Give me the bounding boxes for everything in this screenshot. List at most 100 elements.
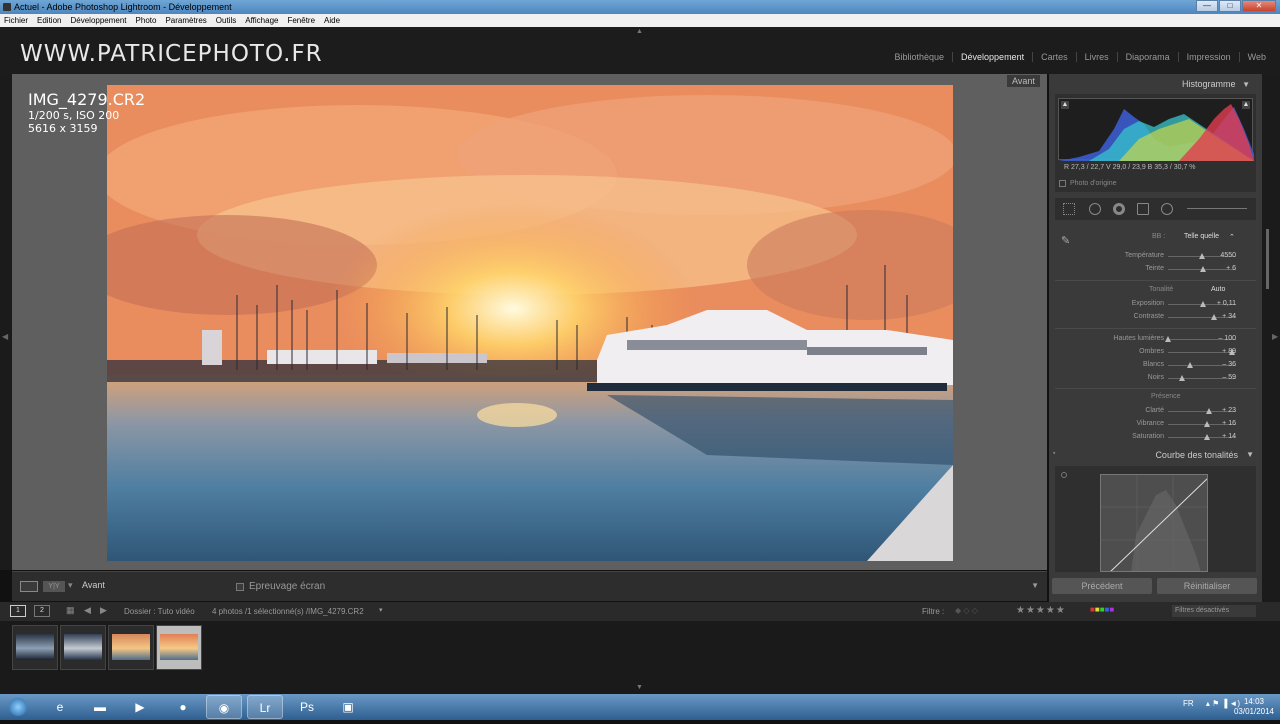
module-bibliotheque[interactable]: Bibliothèque: [886, 52, 952, 62]
menu-developpement[interactable]: Développement: [70, 14, 126, 27]
menu-outils[interactable]: Outils: [216, 14, 236, 27]
selection-info[interactable]: 4 photos /1 sélectionné(s) /IMG_4279.CR2: [212, 607, 364, 616]
back-arrow-icon[interactable]: ◀: [84, 605, 91, 616]
radial-filter-tool-icon[interactable]: [1161, 203, 1173, 215]
menu-fichier[interactable]: Fichier: [4, 14, 28, 27]
menu-parametres[interactable]: Paramètres: [165, 14, 206, 27]
maximize-button[interactable]: □: [1219, 0, 1241, 12]
slider-whites[interactable]: Blancs – 36: [1051, 360, 1260, 372]
module-diaporama[interactable]: Diaporama: [1116, 52, 1178, 62]
slider-knob[interactable]: [1199, 253, 1205, 259]
menu-aide[interactable]: Aide: [324, 14, 340, 27]
slider-value[interactable]: – 36: [1222, 361, 1236, 368]
crop-tool-icon[interactable]: [1063, 203, 1075, 215]
slider-blacks[interactable]: Noirs – 59: [1051, 373, 1260, 385]
slider-value[interactable]: – 100: [1218, 335, 1236, 342]
forward-arrow-icon[interactable]: ▶: [100, 605, 107, 616]
photoshop-icon[interactable]: Ps: [289, 695, 325, 719]
loupe-view-button[interactable]: [20, 581, 38, 592]
secondary-window-1-button[interactable]: 1: [10, 605, 26, 617]
before-after-button[interactable]: Y|Y: [43, 581, 65, 592]
filmstrip-thumbnail[interactable]: [108, 625, 154, 670]
slider-temperature[interactable]: Température 4550: [1051, 251, 1260, 263]
expand-left-panel-icon[interactable]: ◀: [2, 332, 8, 341]
module-web[interactable]: Web: [1238, 52, 1274, 62]
target-adjustment-icon[interactable]: [1061, 472, 1067, 478]
slider-value[interactable]: + 0,11: [1217, 300, 1236, 307]
collapse-top-panel-icon[interactable]: ▲: [636, 28, 643, 35]
previous-button[interactable]: Précédent: [1052, 578, 1152, 594]
left-panel-collapsed[interactable]: ◀: [0, 74, 12, 570]
slider-knob[interactable]: [1178, 375, 1185, 381]
soft-proof-label[interactable]: Epreuvage écran: [249, 581, 325, 592]
module-developpement[interactable]: Développement: [952, 52, 1032, 62]
wb-select[interactable]: Telle quelle: [1184, 233, 1219, 240]
lightroom-icon[interactable]: Lr: [247, 695, 283, 719]
highlight-clipping-icon[interactable]: ▲: [1242, 101, 1250, 109]
color-label-filter[interactable]: ■■■■■: [1090, 605, 1114, 614]
graduated-filter-tool-icon[interactable]: [1137, 203, 1149, 215]
slider-shadows[interactable]: Ombres + 89: [1051, 347, 1260, 359]
grid-view-icon[interactable]: ▦: [66, 605, 75, 616]
white-balance-picker-icon[interactable]: ✎: [1061, 234, 1070, 247]
adjustment-brush-slider[interactable]: [1187, 208, 1247, 209]
slider-contrast[interactable]: Contraste + 34: [1051, 312, 1260, 324]
tone-curve-collapse-icon[interactable]: ▼: [1246, 450, 1254, 459]
auto-tone-button[interactable]: Auto: [1211, 286, 1225, 293]
flag-filter-icons[interactable]: ◆ ◇ ◇: [955, 606, 978, 615]
slider-knob[interactable]: [1165, 336, 1171, 342]
module-impression[interactable]: Impression: [1177, 52, 1239, 62]
secondary-window-2-button[interactable]: 2: [34, 605, 50, 617]
slider-value[interactable]: + 14: [1222, 433, 1236, 440]
histogram-collapse-icon[interactable]: ▼: [1242, 80, 1250, 89]
slider-knob[interactable]: [1199, 301, 1206, 307]
slider-value[interactable]: 4550: [1220, 252, 1236, 259]
reset-button[interactable]: Réinitialiser: [1157, 578, 1257, 594]
slider-value[interactable]: + 89: [1222, 348, 1236, 355]
tone-curve-graph[interactable]: [1100, 474, 1208, 572]
expand-right-panel-icon[interactable]: ▶: [1272, 332, 1278, 341]
slider-value[interactable]: + 6: [1226, 265, 1236, 272]
filmstrip-thumbnail-selected[interactable]: [156, 625, 202, 670]
original-photo-checkbox[interactable]: [1059, 180, 1066, 187]
right-panel-edge[interactable]: ▶: [1262, 74, 1280, 602]
firefox-icon[interactable]: ◉: [206, 695, 242, 719]
selection-dropdown-icon[interactable]: ▾: [379, 606, 383, 614]
filmstrip-thumbnail[interactable]: [12, 625, 58, 670]
slider-knob[interactable]: [1206, 408, 1213, 414]
internet-explorer-icon[interactable]: e: [42, 695, 78, 719]
chrome-icon[interactable]: ●: [165, 695, 201, 719]
slider-knob[interactable]: [1186, 362, 1193, 368]
folder-source[interactable]: Dossier : Tuto vidéo: [124, 607, 195, 616]
histogram-header[interactable]: Histogramme ▼: [1182, 79, 1250, 89]
module-cartes[interactable]: Cartes: [1032, 52, 1076, 62]
minimize-button[interactable]: —: [1196, 0, 1218, 12]
menu-fenetre[interactable]: Fenêtre: [287, 14, 315, 27]
menu-affichage[interactable]: Affichage: [245, 14, 278, 27]
spot-removal-tool-icon[interactable]: [1089, 203, 1101, 215]
slider-value[interactable]: + 23: [1222, 407, 1236, 414]
soft-proof-checkbox[interactable]: [236, 583, 244, 591]
media-player-icon[interactable]: ▶: [122, 695, 158, 719]
language-indicator[interactable]: FR: [1183, 699, 1194, 708]
slider-knob[interactable]: [1210, 314, 1217, 320]
slider-exposure[interactable]: Exposition + 0,11: [1051, 299, 1260, 311]
red-eye-tool-icon[interactable]: [1113, 203, 1125, 215]
app-icon[interactable]: ▣: [330, 695, 366, 719]
slider-value[interactable]: + 16: [1222, 420, 1236, 427]
collapse-filmstrip-icon[interactable]: ▼: [636, 684, 643, 691]
original-photo-toggle[interactable]: Photo d'origine: [1059, 180, 1116, 187]
histogram-graph[interactable]: ▲ ▲: [1058, 98, 1254, 161]
shadow-clipping-icon[interactable]: ▲: [1061, 101, 1069, 109]
tone-curve-panel-icon[interactable]: ▪: [1053, 450, 1055, 457]
before-after-dropdown-icon[interactable]: ▾: [68, 580, 73, 591]
slider-highlights[interactable]: Hautes lumières – 100: [1051, 334, 1260, 346]
start-button[interactable]: [2, 695, 34, 719]
slider-knob[interactable]: [1200, 266, 1207, 272]
menu-edition[interactable]: Edition: [37, 14, 61, 27]
tone-curve-header[interactable]: ▪ Courbe des tonalités ▼: [1051, 448, 1260, 462]
slider-value[interactable]: – 59: [1222, 374, 1236, 381]
menu-photo[interactable]: Photo: [136, 14, 157, 27]
slider-knob[interactable]: [1203, 434, 1210, 440]
explorer-folder-icon[interactable]: ▬: [82, 695, 118, 719]
